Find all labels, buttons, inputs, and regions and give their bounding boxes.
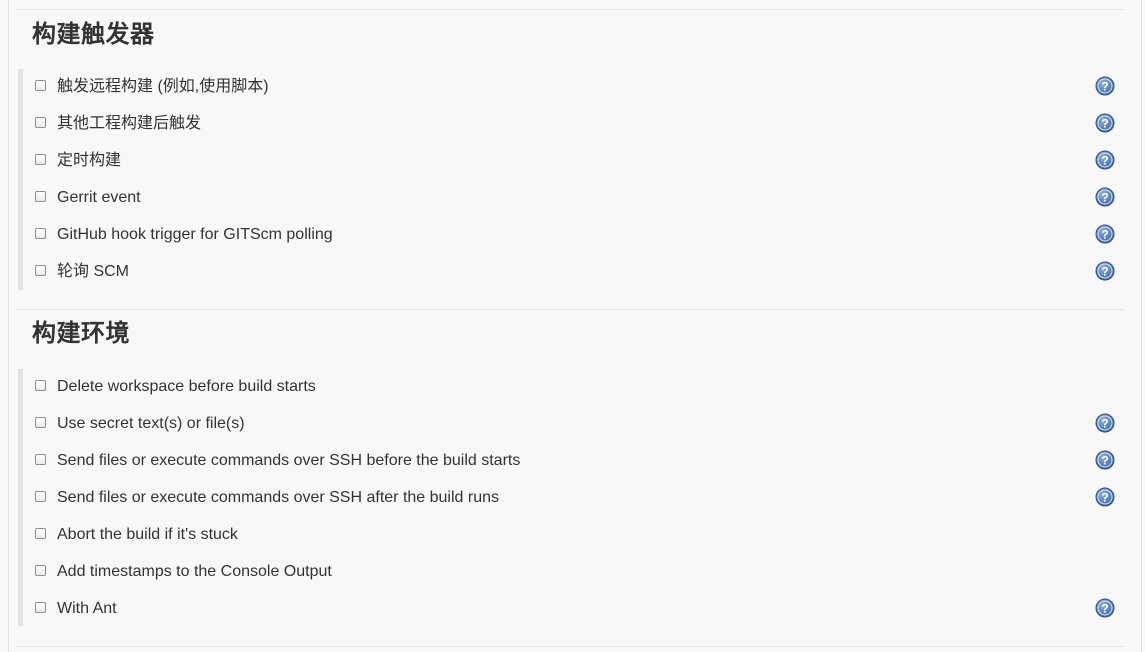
svg-text:?: ? <box>1101 602 1108 616</box>
option-label[interactable]: Use secret text(s) or file(s) <box>57 414 245 434</box>
option-checkbox[interactable] <box>35 528 46 539</box>
svg-text:?: ? <box>1101 191 1108 205</box>
option-checkbox[interactable] <box>35 117 46 128</box>
section-group-bar-triggers <box>18 69 23 290</box>
section-divider <box>16 9 1123 10</box>
option-row: Gerrit event? <box>24 180 1124 217</box>
help-icon[interactable]: ? <box>1095 150 1115 170</box>
help-icon[interactable]: ? <box>1095 187 1115 207</box>
option-checkbox[interactable] <box>35 154 46 165</box>
svg-text:?: ? <box>1101 154 1108 168</box>
option-checkbox[interactable] <box>35 454 46 465</box>
option-checkbox[interactable] <box>35 602 46 613</box>
option-row: 其他工程构建后触发? <box>24 106 1124 143</box>
svg-text:?: ? <box>1101 228 1108 242</box>
option-row: 定时构建? <box>24 143 1124 180</box>
option-row: 触发远程构建 (例如,使用脚本)? <box>24 69 1124 106</box>
option-row: Add timestamps to the Console Output <box>24 554 1124 591</box>
option-row: Delete workspace before build starts <box>24 369 1124 406</box>
section-title-triggers: 构建触发器 <box>32 20 155 48</box>
option-checkbox[interactable] <box>35 191 46 202</box>
section-divider <box>16 646 1123 647</box>
help-icon[interactable]: ? <box>1095 598 1115 618</box>
help-icon[interactable]: ? <box>1095 413 1115 433</box>
config-page: 构建触发器 触发远程构建 (例如,使用脚本)? 其他工程构建后触发? 定时构建? Ge… <box>0 0 1145 652</box>
option-row: Send files or execute commands over SSH … <box>24 443 1124 480</box>
frame-border-left <box>8 0 9 652</box>
svg-text:?: ? <box>1101 417 1108 431</box>
option-checkbox[interactable] <box>35 80 46 91</box>
option-checkbox[interactable] <box>35 565 46 576</box>
help-icon[interactable]: ? <box>1095 261 1115 281</box>
svg-text:?: ? <box>1101 117 1108 131</box>
svg-text:?: ? <box>1101 80 1108 94</box>
section-group-bar-environment <box>18 369 23 626</box>
help-icon[interactable]: ? <box>1095 450 1115 470</box>
option-label[interactable]: Abort the build if it's stuck <box>57 525 238 545</box>
option-checkbox[interactable] <box>35 228 46 239</box>
help-icon[interactable]: ? <box>1095 224 1115 244</box>
section-title-environment: 构建环境 <box>32 319 130 347</box>
svg-text:?: ? <box>1101 265 1108 279</box>
section-divider <box>16 309 1123 310</box>
option-row: Use secret text(s) or file(s)? <box>24 406 1124 443</box>
option-checkbox[interactable] <box>35 380 46 391</box>
option-label[interactable]: With Ant <box>57 599 117 619</box>
option-row: With Ant? <box>24 591 1124 628</box>
option-row: Send files or execute commands over SSH … <box>24 480 1124 517</box>
option-label[interactable]: Add timestamps to the Console Output <box>57 562 332 582</box>
option-label[interactable]: Gerrit event <box>57 188 141 208</box>
option-label[interactable]: GitHub hook trigger for GITScm polling <box>57 225 333 245</box>
option-label[interactable]: 其他工程构建后触发 <box>57 114 201 134</box>
option-row: 轮询 SCM? <box>24 254 1124 291</box>
option-checkbox[interactable] <box>35 265 46 276</box>
help-icon[interactable]: ? <box>1095 76 1115 96</box>
help-icon[interactable]: ? <box>1095 487 1115 507</box>
option-row: Abort the build if it's stuck <box>24 517 1124 554</box>
option-checkbox[interactable] <box>35 417 46 428</box>
help-icon[interactable]: ? <box>1095 113 1115 133</box>
option-checkbox[interactable] <box>35 491 46 502</box>
option-label[interactable]: 轮询 SCM <box>57 262 129 282</box>
option-label[interactable]: 触发远程构建 (例如,使用脚本) <box>57 77 269 97</box>
frame-border-right <box>1141 0 1142 652</box>
option-row: GitHub hook trigger for GITScm polling? <box>24 217 1124 254</box>
svg-text:?: ? <box>1101 491 1108 505</box>
option-label[interactable]: 定时构建 <box>57 151 121 171</box>
option-label[interactable]: Delete workspace before build starts <box>57 377 316 397</box>
option-label[interactable]: Send files or execute commands over SSH … <box>57 451 520 471</box>
svg-text:?: ? <box>1101 454 1108 468</box>
option-label[interactable]: Send files or execute commands over SSH … <box>57 488 499 508</box>
